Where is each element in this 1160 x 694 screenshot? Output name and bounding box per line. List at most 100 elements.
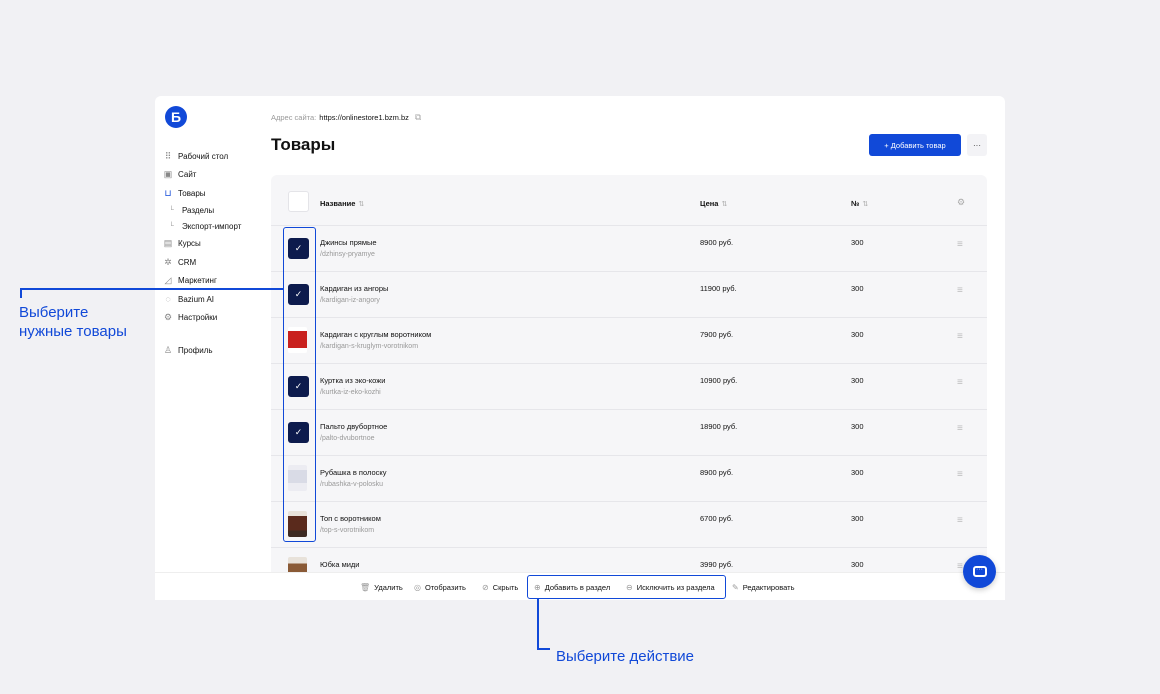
- product-name[interactable]: Рубашка в полоску: [320, 468, 386, 477]
- product-name[interactable]: Пальто двубортное: [320, 422, 387, 431]
- column-settings-icon[interactable]: ⚙: [957, 197, 965, 208]
- sort-icon: ⇅: [721, 200, 728, 208]
- sidebar-item-dashboard[interactable]: ⠿ Рабочий стол: [163, 147, 241, 166]
- show-button[interactable]: ◎ Отобразить: [414, 583, 466, 592]
- sidebar-item-crm[interactable]: ✲ CRM: [163, 253, 241, 272]
- trash-icon: 🗑: [360, 583, 371, 592]
- checkbox-highlight: [283, 227, 316, 542]
- page-title: Товары: [271, 135, 336, 154]
- product-number: 300: [851, 468, 864, 477]
- column-name-header[interactable]: Название ⇅: [320, 199, 364, 208]
- sidebar: ⠿ Рабочий стол ▣ Сайт ⊔ Товары └ Разделы └ Эк…: [163, 147, 242, 360]
- product-slug: /kurtka-iz-eko-kozhi: [320, 389, 381, 396]
- product-price: 3990 руб.: [700, 560, 734, 569]
- annotation-line: [537, 648, 550, 650]
- product-slug: /rubashka-v-polosku: [320, 481, 384, 488]
- edit-button[interactable]: ✎ Редактировать: [732, 583, 795, 592]
- sort-icon: ⇅: [358, 200, 365, 208]
- user-icon: ♙: [163, 344, 173, 355]
- product-number: 300: [851, 284, 864, 293]
- bag-icon: ⊔: [164, 187, 172, 198]
- product-number: 300: [851, 514, 864, 523]
- actions-highlight: [527, 575, 726, 599]
- product-slug: /dzhinsy-pryamye: [320, 251, 375, 258]
- drag-handle-icon[interactable]: ≡: [957, 377, 963, 388]
- hide-button[interactable]: ⊘ Скрыть: [482, 583, 518, 592]
- table-row[interactable]: ✓ Джинсы прямые /dzhinsy-pryamye 8900 ру…: [271, 225, 987, 271]
- crm-icon: ✲: [164, 256, 172, 267]
- product-slug: /kardigan-iz-angory: [320, 297, 380, 304]
- product-price: 11900 руб.: [700, 284, 737, 293]
- drag-handle-icon[interactable]: ≡: [957, 285, 963, 296]
- product-number: 300: [851, 238, 864, 247]
- product-name[interactable]: Джинсы прямые: [320, 238, 377, 247]
- column-price-header[interactable]: Цена ⇅: [700, 199, 727, 208]
- annotation-select-products: Выберите нужные товары: [19, 304, 127, 340]
- chat-button[interactable]: ···: [963, 555, 996, 588]
- sidebar-subitem-sections[interactable]: └ Разделы: [163, 203, 241, 219]
- column-number-header[interactable]: № ⇅: [851, 199, 868, 208]
- sidebar-item-products[interactable]: ⊔ Товары: [163, 184, 241, 203]
- annotation-select-action: Выберите действие: [556, 648, 695, 665]
- product-number: 300: [851, 330, 864, 339]
- eye-icon: ◎: [414, 583, 421, 592]
- product-price: 7900 руб.: [700, 330, 734, 339]
- product-number: 300: [851, 376, 864, 385]
- delete-button[interactable]: 🗑 Удалить: [360, 583, 403, 592]
- chart-icon: ◿: [164, 275, 172, 286]
- sidebar-item-courses[interactable]: ▤ Курсы: [163, 235, 241, 254]
- product-name[interactable]: Кардиган с круглым воротником: [320, 330, 431, 339]
- sidebar-item-bazium-ai[interactable]: ◌ Bazium AI: [163, 290, 241, 309]
- sidebar-item-profile[interactable]: ♙ Профиль: [163, 341, 241, 360]
- external-link-icon[interactable]: ⧉: [415, 112, 421, 123]
- product-number: 300: [851, 422, 864, 431]
- sidebar-item-settings[interactable]: ⚙ Настройки: [163, 309, 241, 328]
- book-icon: ▤: [163, 238, 173, 249]
- select-all-checkbox[interactable]: [288, 191, 309, 212]
- add-product-button[interactable]: + Добавить товар: [869, 134, 961, 156]
- table-row[interactable]: ✓ Пальто двубортное /palto-dvubortnoe 18…: [271, 409, 987, 455]
- drag-handle-icon[interactable]: ≡: [957, 515, 963, 526]
- product-price: 10900 руб.: [700, 376, 738, 385]
- sidebar-subitem-export-import[interactable]: └ Экспорт-импорт: [163, 219, 241, 235]
- product-name[interactable]: Куртка из эко-кожи: [320, 376, 385, 385]
- sort-icon: ⇅: [862, 200, 869, 208]
- drag-handle-icon[interactable]: ≡: [957, 561, 963, 572]
- table-row[interactable]: Рубашка в полоску /rubashka-v-polosku 89…: [271, 455, 987, 501]
- product-price: 8900 руб.: [700, 238, 734, 247]
- product-slug: /kardigan-s-kruglym-vorotnikom: [320, 343, 419, 350]
- drag-handle-icon[interactable]: ≡: [957, 239, 963, 250]
- product-slug: /top-s-vorotnikom: [320, 527, 375, 534]
- product-price: 6700 руб.: [700, 514, 734, 523]
- table-row[interactable]: Кардиган с круглым воротником /kardigan-…: [271, 317, 987, 363]
- more-button[interactable]: ···: [967, 134, 987, 156]
- product-slug: /palto-dvubortnoe: [320, 435, 375, 442]
- table-row[interactable]: ✓ Кардиган из ангоры /kardigan-iz-angory…: [271, 271, 987, 317]
- product-name[interactable]: Юбка миди: [320, 560, 360, 569]
- corner-arrow-icon: └: [169, 223, 174, 230]
- annotation-line: [537, 599, 539, 649]
- table-row[interactable]: ✓ Куртка из эко-кожи /kurtka-iz-eko-kozh…: [271, 363, 987, 409]
- corner-arrow-icon: └: [169, 207, 174, 214]
- layout-icon: ▣: [163, 169, 173, 180]
- logo[interactable]: Б: [165, 106, 187, 128]
- product-name[interactable]: Топ с воротником: [320, 514, 381, 523]
- product-price: 18900 руб.: [700, 422, 738, 431]
- eye-off-icon: ⊘: [482, 583, 489, 592]
- annotation-line: [20, 288, 22, 298]
- gear-icon: ⚙: [163, 312, 173, 323]
- table-header: Название ⇅ Цена ⇅ № ⇅ ⚙: [271, 175, 987, 225]
- products-table: Название ⇅ Цена ⇅ № ⇅ ⚙ ✓ Джинсы прямые /dz…: [271, 175, 987, 595]
- drag-handle-icon[interactable]: ≡: [957, 331, 963, 342]
- drag-handle-icon[interactable]: ≡: [957, 423, 963, 434]
- grid-icon: ⠿: [164, 150, 172, 161]
- product-number: 300: [851, 560, 864, 569]
- site-address: Адрес сайта: https://onlinestore1.bzm.bz…: [271, 112, 422, 123]
- sidebar-item-site[interactable]: ▣ Сайт: [163, 166, 241, 185]
- site-url-link[interactable]: https://onlinestore1.bzm.bz: [319, 113, 409, 122]
- product-name[interactable]: Кардиган из ангоры: [320, 284, 388, 293]
- pencil-icon: ✎: [732, 583, 739, 592]
- product-price: 8900 руб.: [700, 468, 734, 477]
- drag-handle-icon[interactable]: ≡: [957, 469, 963, 480]
- table-row[interactable]: Топ с воротником /top-s-vorotnikom 6700 …: [271, 501, 987, 547]
